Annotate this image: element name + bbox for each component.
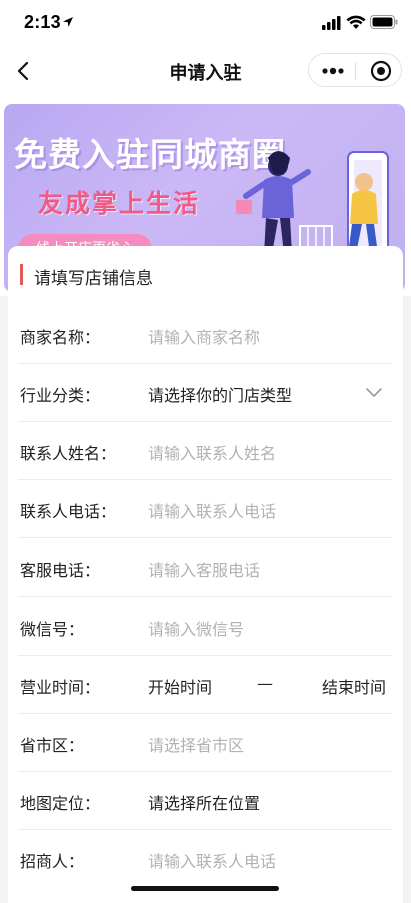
field-label: 客服电话： bbox=[20, 561, 101, 580]
field-contact-name[interactable]: 联系人姓名： 请输入联系人姓名 bbox=[8, 422, 403, 480]
field-label: 微信号： bbox=[20, 620, 85, 639]
section-accent-bar bbox=[20, 264, 23, 285]
time-separator: — bbox=[257, 674, 273, 693]
field-contact-phone[interactable]: 联系人电话： 请输入联系人电话 bbox=[8, 480, 403, 538]
region-select[interactable]: 请选择省市区 bbox=[148, 732, 244, 756]
industry-select[interactable]: 请选择你的门店类型 bbox=[148, 382, 292, 406]
field-service-phone[interactable]: 客服电话： 请输入客服电话 bbox=[8, 539, 403, 597]
store-info-form: 商家名称： 请输入商家名称 行业分类： 请选择你的门店类型 联系人姓名： 请输入… bbox=[0, 296, 411, 903]
wechat-input[interactable]: 请输入微信号 bbox=[148, 616, 244, 640]
field-label: 联系人姓名： bbox=[20, 444, 117, 463]
field-label: 招商人： bbox=[20, 852, 85, 871]
field-label: 行业分类： bbox=[20, 386, 101, 405]
contact-phone-input[interactable]: 请输入联系人电话 bbox=[148, 498, 276, 522]
divider bbox=[18, 537, 393, 538]
form-card: 商家名称： 请输入商家名称 行业分类： 请选择你的门店类型 联系人姓名： 请输入… bbox=[8, 296, 403, 903]
field-business-hours: 营业时间： 开始时间 — 结束时间 bbox=[8, 656, 403, 714]
status-bar: 2:13 bbox=[0, 0, 411, 48]
more-icon[interactable] bbox=[322, 66, 344, 76]
status-time: 2:13 bbox=[24, 12, 61, 32]
close-target-icon[interactable] bbox=[370, 60, 392, 82]
nav-bar: 申请入驻 bbox=[0, 48, 411, 94]
service-phone-input[interactable]: 请输入客服电话 bbox=[148, 557, 260, 581]
field-label: 地图定位： bbox=[20, 794, 101, 813]
merchant-name-input[interactable]: 请输入商家名称 bbox=[148, 324, 260, 348]
field-recruiter[interactable]: 招商人： 请输入联系人电话 bbox=[8, 830, 403, 888]
field-wechat[interactable]: 微信号： 请输入微信号 bbox=[8, 598, 403, 656]
mini-program-capsule bbox=[308, 53, 402, 87]
section-header: 请填写店铺信息 bbox=[8, 246, 403, 296]
chevron-down-icon[interactable] bbox=[366, 388, 382, 398]
field-label: 商家名称： bbox=[20, 328, 101, 347]
field-map-location[interactable]: 地图定位： 请选择所在位置 bbox=[8, 772, 403, 830]
start-time-picker[interactable]: 开始时间 bbox=[148, 674, 212, 698]
signal-icon bbox=[322, 16, 341, 30]
divider bbox=[18, 596, 393, 597]
wifi-icon bbox=[346, 15, 366, 29]
field-merchant-name[interactable]: 商家名称： 请输入商家名称 bbox=[8, 306, 403, 364]
shopping-illustration bbox=[236, 151, 389, 259]
section-title: 请填写店铺信息 bbox=[34, 269, 153, 289]
field-region[interactable]: 省市区： 请选择省市区 bbox=[8, 714, 403, 772]
field-label: 省市区： bbox=[20, 736, 85, 755]
field-label: 联系人电话： bbox=[20, 502, 117, 521]
end-time-picker[interactable]: 结束时间 bbox=[322, 674, 386, 698]
home-indicator bbox=[131, 886, 279, 891]
location-arrow-icon bbox=[63, 17, 73, 27]
contact-name-input[interactable]: 请输入联系人姓名 bbox=[148, 440, 276, 464]
field-industry[interactable]: 行业分类： 请选择你的门店类型 bbox=[8, 364, 403, 422]
banner-subtitle: 友成掌上生活 bbox=[38, 189, 201, 218]
battery-icon bbox=[370, 15, 398, 29]
recruiter-input[interactable]: 请输入联系人电话 bbox=[148, 848, 276, 872]
capsule-divider bbox=[355, 62, 356, 80]
map-location-select[interactable]: 请选择所在位置 bbox=[148, 790, 260, 814]
field-label: 营业时间： bbox=[20, 678, 101, 697]
